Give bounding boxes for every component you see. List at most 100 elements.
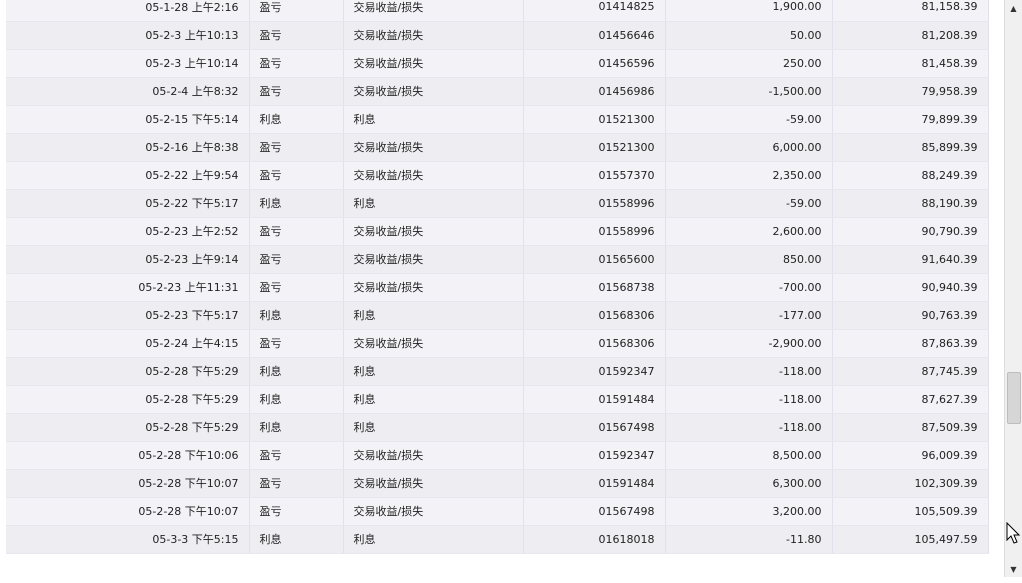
row-amount: -2,900.00: [665, 329, 833, 358]
row-description: 交易收益/损失: [343, 77, 524, 106]
row-date: 05-2-28 下午10:07: [6, 469, 250, 498]
row-ticket: 01591484: [523, 385, 666, 414]
row-ticket: 01567498: [523, 413, 666, 442]
row-ticket: 01592347: [523, 441, 666, 470]
row-ticket: 01618018: [523, 525, 666, 554]
table-row[interactable]: 05-2-28 下午5:29 利息 利息 01591484 -118.00 87,627.…: [6, 385, 989, 414]
row-ticket: 01591484: [523, 469, 666, 498]
row-type: 盈亏: [249, 273, 344, 302]
vertical-scrollbar[interactable]: ▲ ▼: [1004, 0, 1022, 577]
row-balance: 90,790.39: [832, 217, 989, 246]
table-row[interactable]: 05-1-28 上午2:16 盈亏 交易收益/损失 01414825 1,900.00 8…: [6, 0, 989, 22]
scrollbar-thumb[interactable]: [1007, 372, 1021, 425]
row-date: 05-2-28 下午5:29: [6, 385, 250, 414]
row-date: 05-3-3 下午5:15: [6, 525, 250, 554]
row-amount: -700.00: [665, 273, 833, 302]
row-amount: -118.00: [665, 385, 833, 414]
table-row[interactable]: 05-2-28 下午10:07 盈亏 交易收益/损失 01567498 3,200.00…: [6, 497, 989, 526]
row-date: 05-2-3 上午10:13: [6, 21, 250, 50]
row-date: 05-2-3 上午10:14: [6, 49, 250, 78]
row-date: 05-2-16 上午8:38: [6, 133, 250, 162]
table-row[interactable]: 05-2-22 下午5:17 利息 利息 01558996 -59.00 88,190.3…: [6, 189, 989, 218]
table-row[interactable]: 05-2-4 上午8:32 盈亏 交易收益/损失 01456986 -1,500.00 7…: [6, 77, 989, 106]
table-row[interactable]: 05-2-22 上午9:54 盈亏 交易收益/损失 01557370 2,350.00 8…: [6, 161, 989, 190]
row-type: 盈亏: [249, 49, 344, 78]
row-ticket: 01456646: [523, 21, 666, 50]
row-type: 利息: [249, 189, 344, 218]
row-balance: 87,509.39: [832, 413, 989, 442]
row-balance: 81,458.39: [832, 49, 989, 78]
row-date: 05-2-23 上午9:14: [6, 245, 250, 274]
row-balance: 79,899.39: [832, 105, 989, 134]
row-ticket: 01521300: [523, 133, 666, 162]
row-date: 05-2-22 上午9:54: [6, 161, 250, 190]
row-ticket: 01414825: [523, 0, 666, 22]
row-date: 05-2-28 下午5:29: [6, 413, 250, 442]
row-amount: 3,200.00: [665, 497, 833, 526]
row-balance: 91,640.39: [832, 245, 989, 274]
row-description: 交易收益/损失: [343, 329, 524, 358]
row-balance: 88,249.39: [832, 161, 989, 190]
row-amount: 2,350.00: [665, 161, 833, 190]
table-row[interactable]: 05-2-28 下午5:29 利息 利息 01592347 -118.00 87,745.…: [6, 357, 989, 386]
row-type: 盈亏: [249, 77, 344, 106]
row-type: 利息: [249, 525, 344, 554]
row-balance: 105,497.59: [832, 525, 989, 554]
row-date: 05-2-23 上午11:31: [6, 273, 250, 302]
scroll-up-button[interactable]: ▲: [1005, 0, 1022, 16]
scroll-down-button[interactable]: ▼: [1005, 561, 1022, 577]
table-row[interactable]: 05-2-3 上午10:14 盈亏 交易收益/损失 01456596 250.00 81,…: [6, 49, 989, 78]
row-type: 利息: [249, 413, 344, 442]
row-type: 盈亏: [249, 497, 344, 526]
row-amount: -59.00: [665, 105, 833, 134]
row-balance: 90,940.39: [832, 273, 989, 302]
row-balance: 79,958.39: [832, 77, 989, 106]
row-type: 盈亏: [249, 469, 344, 498]
row-amount: -11.80: [665, 525, 833, 554]
row-amount: 1,900.00: [665, 0, 833, 22]
row-type: 盈亏: [249, 161, 344, 190]
table-row[interactable]: 05-2-23 上午2:52 盈亏 交易收益/损失 01558996 2,600.00 9…: [6, 217, 989, 246]
table-row[interactable]: 05-2-28 下午5:29 利息 利息 01567498 -118.00 87,509.…: [6, 413, 989, 442]
row-description: 利息: [343, 525, 524, 554]
row-type: 盈亏: [249, 217, 344, 246]
row-ticket: 01592347: [523, 357, 666, 386]
table-row[interactable]: 05-2-23 上午11:31 盈亏 交易收益/损失 01568738 -700.00 9…: [6, 273, 989, 302]
row-description: 利息: [343, 413, 524, 442]
row-balance: 87,627.39: [832, 385, 989, 414]
row-date: 05-2-22 下午5:17: [6, 189, 250, 218]
table-row[interactable]: 05-2-3 上午10:13 盈亏 交易收益/损失 01456646 50.00 81,2…: [6, 21, 989, 50]
table-row[interactable]: 05-2-28 下午10:06 盈亏 交易收益/损失 01592347 8,500.00…: [6, 441, 989, 470]
row-amount: -1,500.00: [665, 77, 833, 106]
row-description: 交易收益/损失: [343, 469, 524, 498]
row-date: 05-2-23 下午5:17: [6, 301, 250, 330]
row-type: 盈亏: [249, 21, 344, 50]
account-history-table: 05-1-28 上午2:16 盈亏 交易收益/损失 01414825 1,900.00 8…: [6, 0, 989, 554]
row-description: 利息: [343, 357, 524, 386]
row-amount: 50.00: [665, 21, 833, 50]
row-amount: -118.00: [665, 413, 833, 442]
row-ticket: 01558996: [523, 189, 666, 218]
table-row[interactable]: 05-2-23 下午5:17 利息 利息 01568306 -177.00 90,763.…: [6, 301, 989, 330]
row-description: 交易收益/损失: [343, 49, 524, 78]
table-row[interactable]: 05-3-3 下午5:15 利息 利息 01618018 -11.80 105,497.5…: [6, 525, 989, 554]
row-ticket: 01456986: [523, 77, 666, 106]
row-balance: 85,899.39: [832, 133, 989, 162]
row-ticket: 01456596: [523, 49, 666, 78]
table-row[interactable]: 05-2-16 上午8:38 盈亏 交易收益/损失 01521300 6,000.00 8…: [6, 133, 989, 162]
table-row[interactable]: 05-2-15 下午5:14 利息 利息 01521300 -59.00 79,899.3…: [6, 105, 989, 134]
table-row[interactable]: 05-2-24 上午4:15 盈亏 交易收益/损失 01568306 -2,900.00…: [6, 329, 989, 358]
row-amount: -177.00: [665, 301, 833, 330]
row-description: 交易收益/损失: [343, 133, 524, 162]
arrow-down-icon: ▼: [1010, 564, 1017, 574]
table-row[interactable]: 05-2-23 上午9:14 盈亏 交易收益/损失 01565600 850.00 91,…: [6, 245, 989, 274]
row-balance: 88,190.39: [832, 189, 989, 218]
table-row[interactable]: 05-2-28 下午10:07 盈亏 交易收益/损失 01591484 6,300.00…: [6, 469, 989, 498]
row-amount: 6,000.00: [665, 133, 833, 162]
row-date: 05-2-28 下午10:06: [6, 441, 250, 470]
row-ticket: 01557370: [523, 161, 666, 190]
row-description: 交易收益/损失: [343, 21, 524, 50]
row-date: 05-2-4 上午8:32: [6, 77, 250, 106]
row-amount: 850.00: [665, 245, 833, 274]
row-balance: 87,745.39: [832, 357, 989, 386]
